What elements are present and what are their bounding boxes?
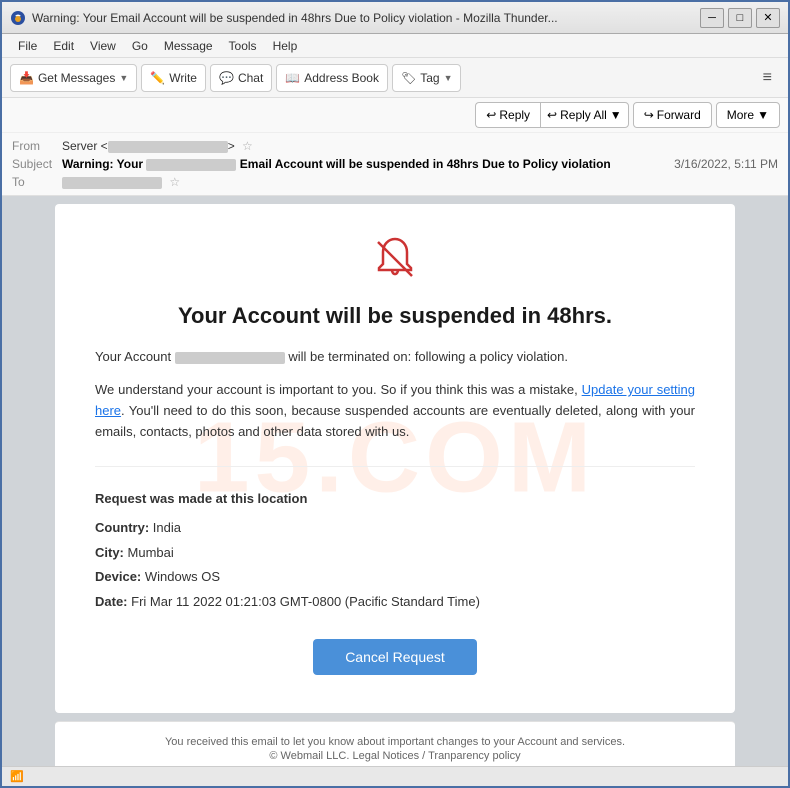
subject-label: Subject <box>12 157 62 171</box>
app-icon <box>10 10 26 26</box>
tag-button[interactable]: 🏷 Tag ▼ <box>392 64 462 92</box>
address-book-icon: 📖 <box>285 71 300 85</box>
from-star-icon[interactable]: ☆ <box>242 139 253 153</box>
request-title: Request was made at this location <box>95 487 695 512</box>
more-label: More <box>727 108 754 122</box>
menu-help[interactable]: Help <box>265 37 306 55</box>
reply-all-label: Reply All <box>560 108 607 122</box>
device-label: Device: <box>95 569 141 584</box>
tag-dropdown-icon[interactable]: ▼ <box>444 73 453 83</box>
main-toolbar: 📥 Get Messages ▼ ✏️ Write 💬 Chat 📖 Addre… <box>2 58 788 98</box>
reply-all-button[interactable]: ↩ Reply All ▼ <box>540 102 629 128</box>
address-book-button[interactable]: 📖 Address Book <box>276 64 388 92</box>
forward-label: Forward <box>657 108 701 122</box>
signal-icon: 📶 <box>10 770 24 783</box>
email-action-toolbar: ↩ Reply ↩ Reply All ▼ ↪ Forward More ▼ <box>2 98 788 133</box>
request-date-label: Date: <box>95 594 128 609</box>
window-title: Warning: Your Email Account will be susp… <box>32 11 700 25</box>
chat-button[interactable]: 💬 Chat <box>210 64 272 92</box>
email-date: 3/16/2022, 5:11 PM <box>674 157 778 171</box>
chat-label: Chat <box>238 71 263 85</box>
get-messages-button[interactable]: 📥 Get Messages ▼ <box>10 64 137 92</box>
maximize-button[interactable]: □ <box>728 8 752 28</box>
country-value: India <box>153 520 181 535</box>
more-dropdown-icon[interactable]: ▼ <box>757 108 769 122</box>
forward-icon: ↪ <box>644 108 654 122</box>
status-bar: 📶 <box>2 766 788 786</box>
cancel-btn-container: Cancel Request <box>95 639 695 675</box>
city-row: City: Mumbai <box>95 541 695 566</box>
country-row: Country: India <box>95 516 695 541</box>
menu-file[interactable]: File <box>10 37 45 55</box>
hamburger-button[interactable]: ≡ <box>755 65 780 91</box>
city-value: Mumbai <box>128 545 174 560</box>
subject-value: Warning: Your Email Account will be susp… <box>62 157 674 171</box>
device-value: Windows OS <box>145 569 220 584</box>
more-button[interactable]: More ▼ <box>716 102 780 128</box>
write-button[interactable]: ✏️ Write <box>141 64 206 92</box>
email-header: ↩ Reply ↩ Reply All ▼ ↪ Forward More ▼ <box>2 98 788 196</box>
menu-go[interactable]: Go <box>124 37 156 55</box>
footer-line2: © Webmail LLC. Legal Notices / Tranparen… <box>67 750 723 762</box>
to-value: ☆ <box>62 175 778 189</box>
country-label: Country: <box>95 520 149 535</box>
bell-icon-container <box>95 234 695 287</box>
menu-bar: File Edit View Go Message Tools Help <box>2 34 788 58</box>
from-label: From <box>12 139 62 153</box>
email-footer: You received this email to let you know … <box>55 721 735 766</box>
divider <box>95 466 695 467</box>
envelope-icon: 📥 <box>19 71 34 85</box>
tag-icon: 🏷 <box>401 71 416 85</box>
email-body-card: 15.COM Your Account will be suspended in… <box>55 204 735 713</box>
body-text: We understand your account is important … <box>95 380 695 442</box>
reply-label: Reply <box>499 108 530 122</box>
date-row: Date: Fri Mar 11 2022 01:21:03 GMT-0800 … <box>95 590 695 615</box>
menu-view[interactable]: View <box>82 37 124 55</box>
menu-message[interactable]: Message <box>156 37 221 55</box>
content-area[interactable]: 15.COM Your Account will be suspended in… <box>2 196 788 766</box>
suspension-title: Your Account will be suspended in 48hrs. <box>95 303 695 329</box>
address-book-label: Address Book <box>304 71 379 85</box>
cancel-request-button[interactable]: Cancel Request <box>313 639 477 675</box>
reply-button-group: ↩ Reply ↩ Reply All ▼ <box>475 102 628 128</box>
reply-all-dropdown-icon[interactable]: ▼ <box>610 108 622 122</box>
from-value: Server <> ☆ <box>62 139 778 153</box>
to-star-icon[interactable]: ☆ <box>169 175 180 189</box>
request-info: Request was made at this location Countr… <box>95 487 695 614</box>
device-row: Device: Windows OS <box>95 565 695 590</box>
close-button[interactable]: ✕ <box>756 8 780 28</box>
minimize-button[interactable]: ─ <box>700 8 724 28</box>
city-label: City: <box>95 545 124 560</box>
reply-icon: ↩ <box>486 108 496 122</box>
reply-all-icon: ↩ <box>547 108 557 122</box>
email-meta: From Server <> ☆ Subject Warning: Your E… <box>2 133 788 195</box>
to-label: To <box>12 175 62 189</box>
account-line: Your Account will be terminated on: foll… <box>95 349 695 364</box>
update-link[interactable]: Update your setting here <box>95 382 695 418</box>
chat-icon: 💬 <box>219 71 234 85</box>
reply-button[interactable]: ↩ Reply <box>475 102 540 128</box>
get-messages-dropdown-icon[interactable]: ▼ <box>119 73 128 83</box>
write-label: Write <box>169 71 197 85</box>
write-icon: ✏️ <box>150 71 165 85</box>
request-date-value: Fri Mar 11 2022 01:21:03 GMT-0800 (Pacif… <box>131 594 480 609</box>
forward-button[interactable]: ↪ Forward <box>633 102 712 128</box>
get-messages-label: Get Messages <box>38 71 115 85</box>
menu-edit[interactable]: Edit <box>45 37 82 55</box>
menu-tools[interactable]: Tools <box>221 37 265 55</box>
footer-line1: You received this email to let you know … <box>67 736 723 748</box>
bell-crossed-icon <box>370 234 420 284</box>
tag-label: Tag <box>420 71 439 85</box>
